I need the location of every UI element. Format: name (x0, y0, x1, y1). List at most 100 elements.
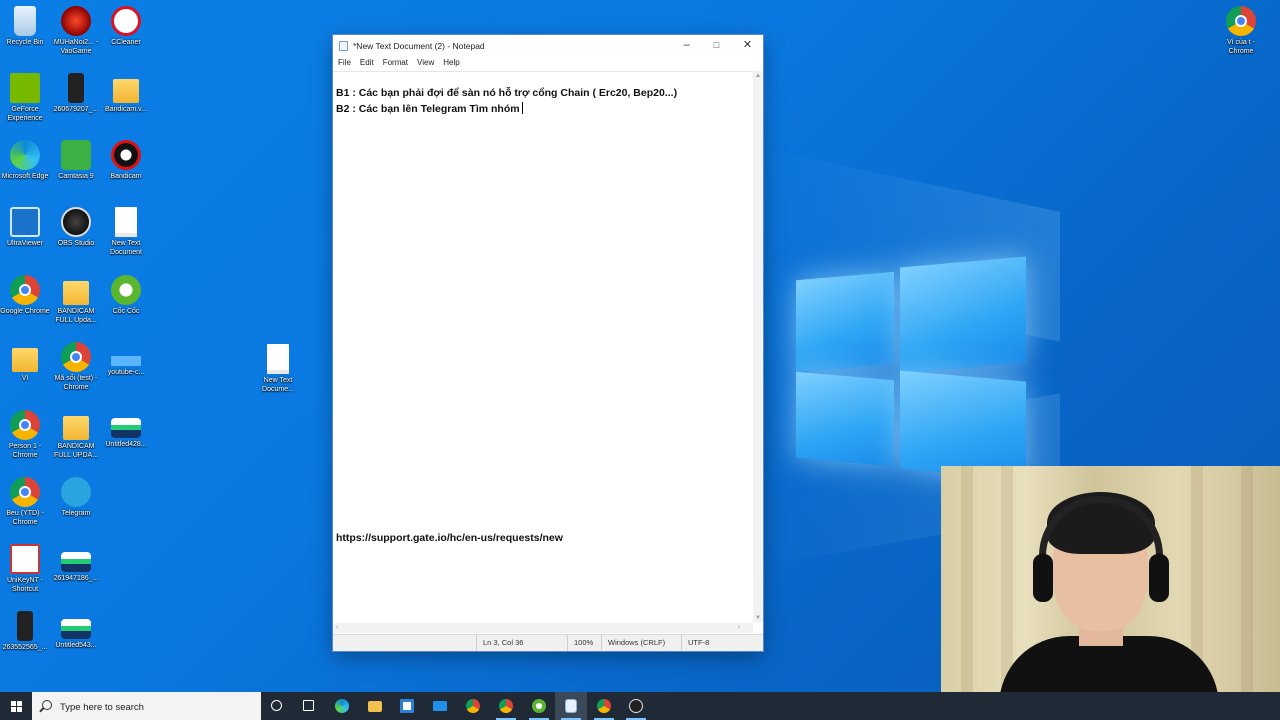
desktop-icon-image-261947186[interactable]: 261947186_... (51, 544, 101, 584)
desktop-icon-coccoc[interactable]: Cốc Cốc (101, 275, 151, 317)
desktop-icon-ultraviewer[interactable]: UltraViewer (0, 207, 50, 249)
menu-edit[interactable]: Edit (357, 56, 377, 70)
search-input[interactable] (58, 697, 252, 717)
desktop-icon-recycle-bin[interactable]: Recycle Bin (0, 6, 50, 48)
title-bar[interactable]: *New Text Document (2) - Notepad – □ ✕ (333, 35, 763, 56)
desktop-icon-chrome-person1[interactable]: Person 1 - Chrome (0, 410, 50, 460)
menu-file[interactable]: File (335, 56, 354, 70)
phone-image-icon (68, 73, 84, 103)
status-encoding: UTF-8 (681, 635, 709, 651)
taskbar-chrome[interactable] (457, 692, 489, 720)
taskbar-chrome-profile-2[interactable] (588, 692, 620, 720)
desktop-icon-game[interactable]: MUHaNoi2... - VaoGame (51, 6, 101, 56)
telegram-icon (61, 477, 91, 507)
status-zoom: 100% (567, 635, 593, 651)
bandicam-icon (111, 140, 141, 170)
phone-image-icon (17, 611, 33, 641)
desktop-icon-label: Cốc Cốc (112, 308, 140, 315)
menu-view[interactable]: View (414, 56, 437, 70)
scroll-down-arrow-icon[interactable]: ▼ (755, 615, 761, 621)
desktop-icon-image-263552565[interactable]: 263552565_... (0, 611, 50, 653)
obs-icon (61, 207, 91, 237)
taskbar-edge[interactable] (326, 692, 358, 720)
desktop-icon-vi-folder[interactable]: Ví (0, 342, 50, 384)
desktop-icon-untitled428[interactable]: Untitled428... (101, 410, 151, 450)
taskbar-coccoc[interactable] (523, 692, 555, 720)
desktop-icon-phone-image[interactable]: 260679207_... (51, 73, 101, 115)
taskbar-file-explorer[interactable] (359, 692, 391, 720)
maximize-button[interactable]: □ (701, 35, 732, 56)
desktop-icon-chrome-vi-cua-t[interactable]: Ví của t - Chrome (1216, 6, 1266, 56)
text-line-2: B2 : Các bạn lên Telegram Tìm nhóm (336, 102, 523, 115)
text-editor-area[interactable]: B1 : Các bạn phải đợi để sàn nó hỗ trợ c… (333, 71, 753, 624)
desktop-icon-bandicam-full-update-folder[interactable]: BANDICAM FULL UPDA... (51, 410, 101, 460)
taskbar-chrome-profile[interactable] (490, 692, 522, 720)
scroll-up-arrow-icon[interactable]: ▲ (755, 73, 761, 79)
headset-earcup (1033, 554, 1053, 602)
scroll-right-arrow-icon[interactable]: › (738, 623, 740, 633)
chrome-icon (1226, 6, 1256, 36)
text-document-icon (115, 207, 137, 237)
wallpaper-logo-pane (796, 271, 894, 373)
desktop-icon-new-text-document-2[interactable]: New Text Docume... (253, 344, 303, 394)
taskbar-cortana[interactable] (261, 692, 293, 720)
close-button[interactable]: ✕ (732, 35, 763, 56)
taskbar-notepad[interactable] (555, 692, 587, 720)
desktop-icon-label: 260679207_... (53, 106, 99, 113)
horizontal-scrollbar[interactable]: ‹ › (333, 623, 753, 633)
ccleaner-icon (111, 6, 141, 36)
menu-help[interactable]: Help (440, 56, 462, 70)
scroll-left-arrow-icon[interactable]: ‹ (336, 623, 338, 633)
desktop-icon-bandicam[interactable]: Bandicam (101, 140, 151, 182)
desktop-icon-bandicam-full-folder[interactable]: BANDICAM FULL Upda... (51, 275, 101, 325)
nvidia-icon (10, 73, 40, 103)
desktop-icon-google-chrome[interactable]: Google Chrome (0, 275, 50, 317)
chrome-icon (10, 275, 40, 305)
text-caret (521, 102, 523, 114)
desktop-icon-geforce[interactable]: GeForce Experience (0, 73, 50, 123)
desktop-icon-label: Telegram (61, 510, 91, 517)
desktop-icon-label: New Text Document (110, 240, 142, 256)
desktop-icon-chrome-beu[interactable]: Beu (YTD) - Chrome (0, 477, 50, 527)
taskbar-task-view[interactable] (293, 692, 325, 720)
desktop-icon-untitled543[interactable]: Untitled543... (51, 611, 101, 651)
taskbar-obs[interactable] (620, 692, 652, 720)
cortana-icon (271, 700, 282, 711)
desktop-icon-new-text-document[interactable]: New Text Document (101, 207, 151, 257)
coccoc-icon (532, 699, 546, 713)
desktop-icon-unikey[interactable]: UniKeyNT - Shortcut (0, 544, 50, 594)
menu-format[interactable]: Format (380, 56, 411, 70)
desktop-icon-camtasia[interactable]: Camtasia 9 (51, 140, 101, 182)
notepad-window[interactable]: *New Text Document (2) - Notepad – □ ✕ F… (333, 35, 763, 651)
minimize-button[interactable]: – (671, 35, 702, 56)
webcam-overlay (941, 466, 1280, 720)
desktop-icon-label: Untitled428... (105, 441, 147, 448)
desktop-icon-telegram[interactable]: Telegram (51, 477, 101, 519)
desktop-icon-chrome-test[interactable]: Mã sổi (test) - Chrome (51, 342, 101, 392)
vertical-scrollbar[interactable]: ▲ ▼ (753, 71, 763, 623)
desktop-icon-youtube-file[interactable]: youtube-c... (101, 342, 151, 378)
taskbar-search-box[interactable] (32, 692, 261, 720)
taskbar-mail[interactable] (424, 692, 456, 720)
desktop-icon-edge[interactable]: Microsoft Edge (0, 140, 50, 182)
headset-earcup (1149, 554, 1169, 602)
chrome-icon (466, 699, 480, 713)
game-icon (61, 6, 91, 36)
folder-icon (63, 281, 89, 305)
text-line-2-content: B2 : Các bạn lên Telegram Tìm nhóm (336, 103, 520, 115)
camtasia-icon (61, 140, 91, 170)
desktop-icon-label: Microsoft Edge (1, 173, 49, 180)
desktop-icon-bandicam-folder[interactable]: Bandicam.v... (101, 73, 151, 115)
text-line-1: B1 : Các bạn phải đợi để sàn nó hỗ trợ c… (336, 87, 678, 99)
taskbar-store[interactable] (391, 692, 423, 720)
desktop-icon-ccleaner[interactable]: CCleaner (101, 6, 151, 48)
desktop-icon-label: Untitled543... (55, 642, 97, 649)
mail-icon (433, 701, 447, 711)
desktop-icon-obs[interactable]: OBS Studio (51, 207, 101, 249)
start-button[interactable] (0, 692, 32, 720)
edge-icon (10, 140, 40, 170)
ultraviewer-icon (10, 207, 40, 237)
search-icon (42, 700, 52, 710)
wallpaper-logo-pane (796, 371, 894, 467)
desktop-icon-label: youtube-c... (107, 369, 145, 376)
